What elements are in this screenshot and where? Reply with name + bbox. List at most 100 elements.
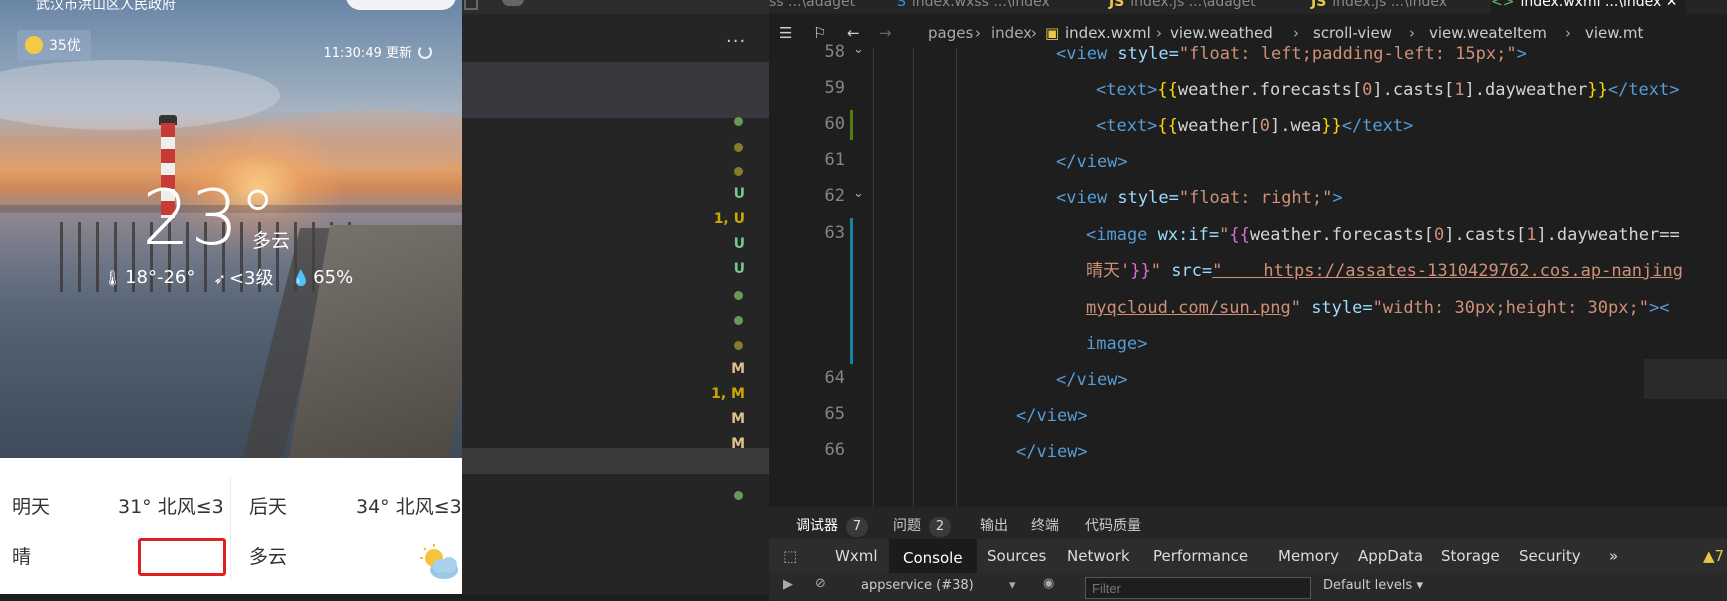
- line-number: 58: [824, 42, 845, 62]
- warning-count[interactable]: ▲7: [1703, 539, 1724, 573]
- console-toolbar: ▶ ⊘ appservice (#38) ▾ ◉ Default levels …: [769, 573, 1727, 601]
- update-time[interactable]: 11:30:49 更新: [323, 42, 432, 61]
- breadcrumb-item[interactable]: index: [991, 24, 1032, 42]
- cloud-icon[interactable]: [502, 0, 524, 6]
- tab-performance[interactable]: Performance: [1153, 539, 1248, 573]
- location-label[interactable]: 武汉市洪山区人民政府: [36, 0, 176, 14]
- tab-sources[interactable]: Sources: [987, 539, 1046, 573]
- tab-security[interactable]: Security: [1519, 539, 1581, 573]
- line-number: 64: [824, 368, 845, 388]
- droplet-icon: 💧: [291, 268, 311, 287]
- tab-output[interactable]: 输出: [980, 515, 1008, 535]
- wxml-file-icon: <>: [1491, 0, 1515, 10]
- devtools-panel-tabs: ⬚ Wxml Console Sources Network Performan…: [769, 539, 1727, 573]
- git-status-dot: [734, 143, 743, 152]
- tab-network[interactable]: Network: [1067, 539, 1130, 573]
- log-levels-select[interactable]: Default levels ▾: [1323, 578, 1423, 593]
- thermometer-icon: 🌡: [103, 268, 123, 287]
- capsule-button[interactable]: [346, 0, 456, 10]
- divider: [230, 476, 231, 581]
- forecast-panel: 明天 31° 北风≤3 晴 后天 34° 北风≤3 多云: [0, 458, 462, 594]
- git-status-mark: U: [733, 261, 745, 277]
- tab-issues[interactable]: 问题 2: [893, 515, 951, 537]
- refresh-icon[interactable]: [418, 44, 432, 59]
- bookmark-icon[interactable]: ⚐: [813, 24, 826, 42]
- selected-row[interactable]: [462, 448, 769, 474]
- tab-wxml[interactable]: Wxml: [835, 539, 878, 573]
- breadcrumb-item[interactable]: view.mt: [1585, 24, 1643, 42]
- git-status-mark: 1, M: [711, 386, 745, 402]
- weather-stats: 🌡 18°-26° ➶ <3级 💧 65%: [103, 264, 353, 290]
- current-condition: 多云: [252, 230, 291, 252]
- annotation-highlight-box: [138, 538, 226, 576]
- close-icon[interactable]: ✕: [1666, 0, 1678, 10]
- aqi-value: 35优: [49, 38, 81, 54]
- git-status-mark: U: [733, 236, 745, 252]
- weather-hero: 武汉市洪山区人民政府 35优 11:30:49 更新 23° 多云 🌡 18°-2…: [0, 0, 462, 458]
- inspect-icon[interactable]: ⬚: [783, 539, 797, 573]
- forecast-day: 明天: [12, 496, 51, 518]
- forward-arrow-icon[interactable]: →: [879, 24, 892, 42]
- explorer-panel: ... U 1, U U U M 1, MMM: [462, 0, 769, 594]
- tab-storage[interactable]: Storage: [1441, 539, 1500, 573]
- forecast-weather: 多云: [249, 546, 288, 568]
- humidity: 65%: [313, 266, 354, 288]
- code-area[interactable]: <view style="float: left;padding-left: 1…: [869, 44, 1727, 507]
- tab-terminal[interactable]: 终端: [1031, 515, 1059, 535]
- devtools-top-tabs: 调试器 7 问题 2 输出 终端 代码质量: [769, 507, 1727, 544]
- fold-chevron-icon[interactable]: ⌄: [853, 42, 864, 57]
- forecast-weather: 晴: [12, 546, 32, 568]
- js-file-icon: JS: [1311, 0, 1327, 10]
- filter-input[interactable]: [1085, 577, 1311, 599]
- tab-file[interactable]: Sindex.wxss ...\index: [897, 0, 1050, 14]
- git-status-mark: U: [733, 186, 745, 202]
- eye-icon[interactable]: ◉: [1043, 576, 1054, 591]
- file-icon[interactable]: [464, 0, 478, 10]
- fold-chevron-icon[interactable]: ⌄: [853, 186, 864, 201]
- forecast-day: 后天: [249, 496, 288, 518]
- editor-tabs: ss ...\adaget Sindex.wxss ...\index JS in…: [769, 0, 1727, 14]
- git-status-mark: M: [731, 411, 745, 427]
- tab-file[interactable]: JS index.js ...\index: [1311, 0, 1447, 14]
- breadcrumb-item[interactable]: pages: [928, 24, 973, 42]
- more-tabs-icon[interactable]: »: [1609, 539, 1618, 573]
- git-change-bar: [850, 218, 853, 364]
- warning-icon: ▲: [1703, 547, 1715, 565]
- context-select[interactable]: appservice (#38): [861, 578, 974, 593]
- sidebar-toggle-icon[interactable]: ▶: [783, 577, 793, 592]
- update-time-label: 11:30:49 更新: [323, 46, 412, 61]
- code-editor[interactable]: ss ...\adaget Sindex.wxss ...\index JS in…: [769, 0, 1727, 507]
- chevron-down-icon[interactable]: ▾: [1009, 578, 1016, 593]
- git-status-dot: [734, 117, 743, 126]
- line-number: 62: [824, 186, 845, 206]
- line-number: 59: [824, 78, 845, 98]
- git-change-bar: [850, 110, 853, 140]
- tab-file[interactable]: JS index.js ...\adaget: [1109, 0, 1256, 14]
- line-number: 63: [824, 223, 845, 243]
- git-status-dot: [734, 291, 743, 300]
- tab-file[interactable]: ss ...\adaget: [769, 0, 855, 14]
- tab-console[interactable]: Console: [889, 539, 977, 573]
- temp-range: 18°-26°: [125, 266, 196, 288]
- aqi-badge: 35优: [17, 30, 91, 60]
- partly-cloudy-icon: [420, 544, 458, 579]
- smile-icon: [25, 36, 43, 54]
- list-icon[interactable]: ☰: [779, 24, 792, 42]
- wind-arrow-icon: ➶: [213, 270, 226, 288]
- tab-file-active[interactable]: <> index.wxml ...\index ✕: [1491, 0, 1686, 14]
- clear-console-icon[interactable]: ⊘: [815, 576, 826, 591]
- git-status-mark: 1, U: [713, 211, 745, 227]
- selected-row[interactable]: [462, 62, 769, 118]
- wxss-file-icon: S: [897, 0, 906, 10]
- back-arrow-icon[interactable]: ←: [847, 24, 860, 42]
- phone-simulator: 武汉市洪山区人民政府 35优 11:30:49 更新 23° 多云 🌡 18°-2…: [0, 0, 462, 594]
- forecast-temp-wind: 34° 北风≤3: [356, 496, 462, 518]
- tab-memory[interactable]: Memory: [1278, 539, 1339, 573]
- tab-appdata[interactable]: AppData: [1358, 539, 1423, 573]
- line-number: 65: [824, 404, 845, 424]
- tab-code-quality[interactable]: 代码质量: [1085, 515, 1141, 535]
- wind-level: <3级: [228, 268, 274, 289]
- git-status-dot: [734, 491, 743, 500]
- more-icon[interactable]: ...: [726, 26, 746, 47]
- git-status-dot: [734, 341, 743, 350]
